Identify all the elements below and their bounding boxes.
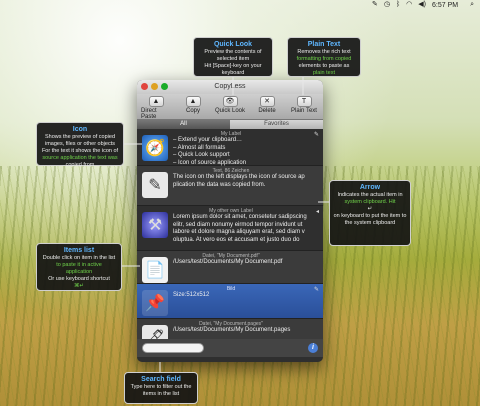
textedit-icon: ✎ xyxy=(142,172,168,198)
callout-title: Search field xyxy=(141,376,181,383)
callout-line: plain text xyxy=(312,70,335,76)
list-item[interactable]: 🖋 Datei, "My Document.pages" /Users/test… xyxy=(137,319,323,339)
toolbar-label: Copy xyxy=(185,108,200,114)
pdf-file-icon: 📄 xyxy=(142,257,168,283)
callout-items-list: Items list Double click on item in the l… xyxy=(36,243,122,291)
pushpin-icon: 📌 xyxy=(142,290,168,316)
callout-title: Icon xyxy=(72,126,88,133)
item-text: Size:512x512 xyxy=(173,292,210,298)
copy-button[interactable]: ▲ Copy xyxy=(178,96,208,119)
text-icon: T xyxy=(296,96,312,107)
callout-title: Plain Text xyxy=(307,41,341,48)
callout-title: Items list xyxy=(63,247,95,254)
callout-line: system clipboard. Hit xyxy=(344,199,396,205)
callout-line: formatting from copied xyxy=(296,56,352,62)
xcode-icon: ⚒ xyxy=(142,212,168,238)
tab-all[interactable]: All xyxy=(137,120,230,129)
shortcut-icon: ⌘↵ xyxy=(73,283,85,289)
callout-line: Double click on item in the list xyxy=(42,255,116,261)
item-text: The icon on the left displays the icon o… xyxy=(173,174,305,188)
callout-line: Or use keyboard shortcut xyxy=(48,276,110,282)
list-item[interactable]: 📄 Datei, "My Document.pdf" /Users/test/D… xyxy=(137,251,323,284)
quick-look-button[interactable]: 👁 Quick Look xyxy=(215,96,245,119)
arrow-up-icon: ▲ xyxy=(148,96,164,107)
callout-title: Arrow xyxy=(359,184,381,191)
callout-line: Hit [Space]-key on your xyxy=(204,63,262,69)
list-item[interactable]: 🧭 My Label – Extend your clipboard… – Al… xyxy=(137,129,323,166)
callout-plain-text: Plain Text Removes the rich text formatt… xyxy=(287,37,361,77)
item-text: – Extend your clipboard… – Almost all fo… xyxy=(173,137,247,166)
window-title: CopyLess xyxy=(214,83,246,90)
minimize-button[interactable] xyxy=(151,83,158,90)
list-item-selected[interactable]: 📌 Bild Size:512x512 ✎ xyxy=(137,284,323,319)
callout-line: to paste it in active xyxy=(56,262,102,268)
callout-line: selected item xyxy=(216,56,250,62)
clipboard-arrow-icon: ◂ xyxy=(315,209,319,215)
pin-icon[interactable]: ✎ xyxy=(314,131,319,138)
volume-icon[interactable]: ◀) xyxy=(418,0,426,10)
tab-bar: All Favorites xyxy=(137,120,323,129)
callout-line: items in the list xyxy=(142,391,180,397)
toolbar-label: Quick Look xyxy=(215,108,246,114)
window-controls xyxy=(141,83,168,90)
item-text: /Users/test/Documents/My Document.pdf xyxy=(173,259,283,265)
arrow-up-icon: ▲ xyxy=(185,96,201,107)
plain-text-button[interactable]: T Plain Text xyxy=(289,96,319,119)
callout-line: Preview the contents of xyxy=(204,49,262,55)
items-list[interactable]: 🧭 My Label – Extend your clipboard… – Al… xyxy=(137,129,323,339)
callout-line: Indicates the actual item in xyxy=(337,192,403,198)
callout-line: on keyboard to put the item to xyxy=(333,213,407,219)
return-key-icon: ↵ xyxy=(367,206,373,212)
callout-line: Type here to filter out the xyxy=(130,384,192,390)
wifi-icon[interactable]: ◠ xyxy=(406,0,412,10)
eye-icon: 👁 xyxy=(222,96,238,107)
safari-icon: 🧭 xyxy=(142,135,168,161)
clock-icon[interactable]: ◷ xyxy=(384,0,390,10)
toolbar: ▲ Direct Paste ▲ Copy 👁 Quick Look ✕ Del… xyxy=(137,94,323,120)
callout-line: the system clipboard xyxy=(344,220,396,226)
menu-bar: ✎ ◷ ᛒ ◠ ◀) 6:57 PM ⌕ xyxy=(310,0,480,10)
close-button[interactable] xyxy=(141,83,148,90)
callout-title: Quick Look xyxy=(213,41,253,48)
callout-line: application xyxy=(65,269,93,275)
callout-line: source application the text was xyxy=(42,155,118,161)
callout-arrow: Arrow Indicates the actual item in syste… xyxy=(329,180,411,246)
toolbar-label: Direct Paste xyxy=(141,108,157,120)
toolbar-label: Plain Text xyxy=(291,108,317,114)
script-icon[interactable]: ✎ xyxy=(372,0,378,10)
callout-line: For the text it shows the icon of xyxy=(41,148,119,154)
callout-icon: Icon Shows the preview of copied images,… xyxy=(36,122,124,168)
direct-paste-button[interactable]: ▲ Direct Paste xyxy=(141,96,171,120)
title-bar[interactable]: CopyLess xyxy=(137,80,323,94)
callout-line: Shows the preview of copied xyxy=(44,134,115,140)
callout-search-field: Search field Type here to filter out the… xyxy=(124,372,198,404)
search-input[interactable] xyxy=(142,343,204,353)
item-text: /Users/test/Documents/My Document.pages xyxy=(173,327,291,333)
bluetooth-icon[interactable]: ᛒ xyxy=(396,0,400,10)
menu-clock[interactable]: 6:57 PM xyxy=(432,2,458,9)
copyless-window: CopyLess ▲ Direct Paste ▲ Copy 👁 Quick L… xyxy=(137,80,323,362)
list-item[interactable]: ✎ Text, 86 Zeichen The icon on the left … xyxy=(137,166,323,206)
list-item[interactable]: ⚒ My other own Label Lorem ipsum dolor s… xyxy=(137,206,323,251)
x-icon: ✕ xyxy=(259,96,275,107)
pin-icon[interactable]: ✎ xyxy=(314,286,319,293)
toolbar-label: Delete xyxy=(258,108,276,114)
delete-button[interactable]: ✕ Delete xyxy=(252,96,282,119)
spotlight-icon[interactable]: ⌕ xyxy=(470,0,474,10)
pages-file-icon: 🖋 xyxy=(142,325,168,339)
tab-favorites[interactable]: Favorites xyxy=(230,120,323,129)
zoom-button[interactable] xyxy=(161,83,168,90)
callout-quick-look: Quick Look Preview the contents of selec… xyxy=(193,37,273,77)
search-bar: i xyxy=(137,339,323,357)
info-button[interactable]: i xyxy=(308,343,318,353)
callout-line: keyboard xyxy=(221,70,245,76)
callout-line: elements to paste as xyxy=(298,63,350,69)
callout-line: copied from xyxy=(65,162,95,168)
callout-line: images, files or other objects xyxy=(44,141,115,147)
callout-line: Removes the rich text xyxy=(297,49,351,55)
item-text: Lorem ipsum dolor sit amet, consetetur s… xyxy=(173,214,307,243)
